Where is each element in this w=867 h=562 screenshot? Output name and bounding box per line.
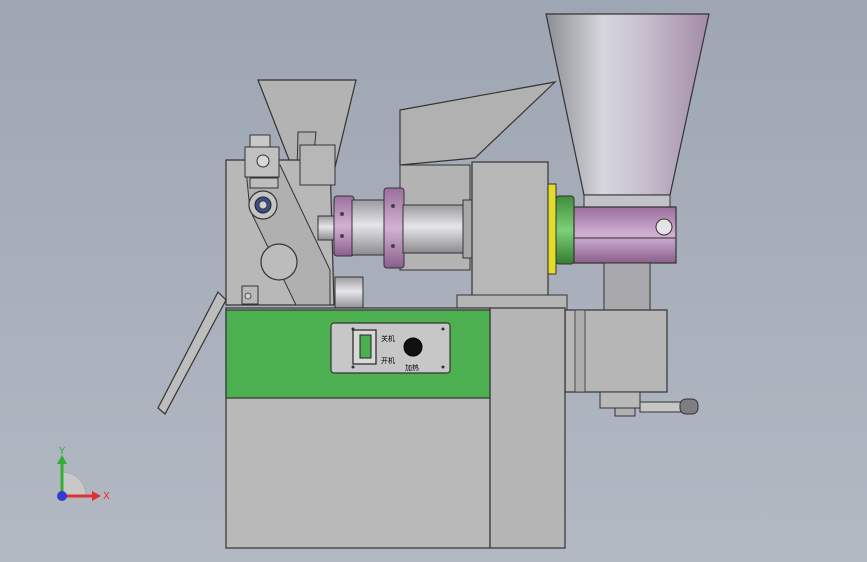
x-axis-arrow [92,491,101,501]
heat-knob[interactable] [403,337,423,357]
yellow-ring [547,183,557,275]
control-panel: 关机 开机 加热 [330,322,451,374]
left-discharge-chute [157,290,227,415]
label-heat: 加热 [405,363,419,372]
large-feed-hopper [545,13,710,314]
green-ring [555,195,575,265]
x-axis-label: X [103,491,110,502]
cad-viewport[interactable]: 关机 开机 加热 Y X [0,0,867,562]
label-poweron: 开机 [381,356,395,365]
power-switch[interactable] [352,329,377,365]
support-cylinder [334,276,364,310]
label-poweroff: 关机 [381,334,395,343]
machine-drawing: 关机 开机 加热 Y X [57,13,710,549]
coordinate-triad: Y X [57,446,110,502]
y-axis-label: Y [58,446,66,457]
right-cutter-housing [564,309,699,417]
z-axis-dot [57,491,67,501]
